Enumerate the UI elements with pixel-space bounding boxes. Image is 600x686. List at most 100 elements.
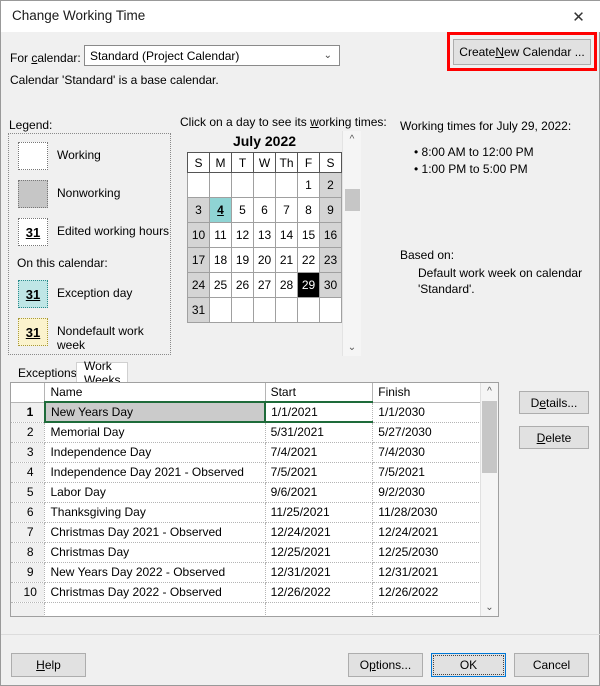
exception-finish-cell[interactable]: 7/5/2021	[372, 462, 481, 483]
table-row[interactable]: 8 Christmas Day 12/25/2021 12/25/2030	[11, 542, 481, 563]
calendar-day-cell[interactable]: 6	[253, 197, 276, 223]
table-row[interactable]: 5 Labor Day 9/6/2021 9/2/2030	[11, 482, 481, 503]
table-row[interactable]: 2 Memorial Day 5/31/2021 5/27/2030	[11, 422, 481, 443]
calendar-day-cell[interactable]: 15	[297, 222, 320, 248]
calendar-day-cell[interactable]: 31	[187, 297, 210, 323]
exceptions-table-scrollbar[interactable]: ^ ⌄	[480, 383, 498, 616]
exception-finish-cell[interactable]	[372, 602, 481, 616]
exception-name-cell[interactable]: Memorial Day	[44, 422, 266, 443]
calendar-day-cell[interactable]: 8	[297, 197, 320, 223]
exception-name-cell[interactable]: Christmas Day 2021 - Observed	[44, 522, 266, 543]
chevron-down-icon[interactable]: ⌄	[343, 339, 361, 356]
chevron-down-icon[interactable]: ⌄	[481, 599, 498, 616]
calendar-scrollbar-thumb[interactable]	[345, 189, 360, 211]
delete-button[interactable]: Delete	[519, 426, 589, 449]
exception-name-cell[interactable]: Christmas Day	[44, 542, 266, 563]
close-icon[interactable]: ✕	[556, 1, 600, 32]
exception-name-cell[interactable]: New Years Day	[43, 401, 266, 423]
row-index-cell[interactable]: 9	[11, 562, 46, 583]
table-row[interactable]: 4 Independence Day 2021 - Observed 7/5/202…	[11, 462, 481, 483]
calendar-day-cell[interactable]: 19	[231, 247, 254, 273]
calendar-day-cell[interactable]: 3	[187, 197, 210, 223]
calendar-day-cell[interactable]: 11	[209, 222, 232, 248]
details-button[interactable]: De tails...	[519, 391, 589, 414]
calendar-day-cell[interactable]: 27	[253, 272, 276, 298]
row-index-cell[interactable]: 6	[11, 502, 46, 523]
calendar-day-cell[interactable]: 1	[297, 172, 320, 198]
exception-start-cell[interactable]: 12/25/2021	[265, 542, 374, 563]
calendar-day-cell[interactable]: 30	[319, 272, 342, 298]
calendar-scrollbar[interactable]: ^ ⌄	[342, 131, 361, 356]
exceptions-scrollbar-thumb[interactable]	[482, 401, 497, 473]
exception-start-cell[interactable]	[265, 602, 374, 616]
calendar-select[interactable]: Standard (Project Calendar) ⌄	[84, 45, 340, 66]
calendar-day-cell[interactable]: 5	[231, 197, 254, 223]
exception-start-cell[interactable]: 12/24/2021	[265, 522, 374, 543]
row-index-cell[interactable]	[11, 602, 46, 616]
exception-finish-cell[interactable]: 9/2/2030	[372, 482, 481, 503]
exception-start-cell[interactable]: 9/6/2021	[265, 482, 374, 503]
exception-name-cell[interactable]: Christmas Day 2022 - Observed	[44, 582, 266, 603]
exception-finish-cell[interactable]: 5/27/2030	[372, 422, 481, 443]
calendar-day-cell[interactable]: 29	[297, 272, 320, 298]
exception-finish-cell[interactable]: 12/26/2022	[372, 582, 481, 603]
calendar-day-cell[interactable]: 28	[275, 272, 298, 298]
calendar-day-cell[interactable]: 17	[187, 247, 210, 273]
calendar-day-cell[interactable]: 18	[209, 247, 232, 273]
exception-name-cell[interactable]: Independence Day 2021 - Observed	[44, 462, 266, 483]
exception-finish-cell[interactable]: 1/1/2030	[372, 402, 481, 423]
table-row[interactable]: 1 New Years Day 1/1/2021 1/1/2030	[11, 401, 481, 423]
row-index-cell[interactable]: 10	[11, 582, 46, 603]
exception-start-cell[interactable]: 11/25/2021	[265, 502, 374, 523]
exception-start-cell[interactable]: 12/31/2021	[265, 562, 374, 583]
ok-button[interactable]: OK	[431, 653, 506, 677]
table-row[interactable]: 10 Christmas Day 2022 - Observed 12/26/202…	[11, 582, 481, 603]
calendar-day-cell[interactable]: 12	[231, 222, 254, 248]
row-index-cell[interactable]: 1	[11, 402, 46, 423]
calendar-day-cell[interactable]: 25	[209, 272, 232, 298]
exception-finish-cell[interactable]: 7/4/2030	[372, 442, 481, 463]
calendar-day-cell[interactable]: 20	[253, 247, 276, 273]
table-row[interactable]: 9 New Years Day 2022 - Observed 12/31/2021…	[11, 562, 481, 583]
exception-finish-cell[interactable]: 11/28/2030	[372, 502, 481, 523]
row-index-cell[interactable]: 3	[11, 442, 46, 463]
calendar-day-cell[interactable]: 10	[187, 222, 210, 248]
options-button[interactable]: Op tions...	[348, 653, 423, 677]
exception-start-cell[interactable]: 12/26/2022	[265, 582, 374, 603]
calendar-day-cell[interactable]: 16	[319, 222, 342, 248]
chevron-up-icon[interactable]: ^	[481, 383, 498, 400]
exception-name-cell[interactable]: Thanksgiving Day	[44, 502, 266, 523]
calendar-day-cell[interactable]: 22	[297, 247, 320, 273]
row-index-cell[interactable]: 5	[11, 482, 46, 503]
tab-exceptions[interactable]: Exceptions	[10, 362, 85, 382]
exception-start-cell[interactable]: 7/5/2021	[265, 462, 374, 483]
table-row[interactable]: 7 Christmas Day 2021 - Observed 12/24/2021…	[11, 522, 481, 543]
cancel-button[interactable]: Cancel	[514, 653, 589, 677]
calendar-day-cell[interactable]: 4	[209, 197, 232, 223]
exception-start-cell[interactable]: 7/4/2021	[265, 442, 374, 463]
exception-start-cell[interactable]: 1/1/2021	[264, 401, 374, 423]
exception-name-cell[interactable]	[44, 602, 266, 616]
calendar-day-cell[interactable]: 24	[187, 272, 210, 298]
tab-work-weeks[interactable]: Work Weeks	[76, 359, 129, 387]
table-row[interactable]	[11, 602, 481, 616]
exception-finish-cell[interactable]: 12/31/2021	[372, 562, 481, 583]
calendar-day-cell[interactable]: 26	[231, 272, 254, 298]
create-new-calendar-button[interactable]: Create New Calendar ...	[453, 39, 591, 65]
exception-start-cell[interactable]: 5/31/2021	[265, 422, 374, 443]
calendar-day-cell[interactable]: 9	[319, 197, 342, 223]
exception-name-cell[interactable]: Independence Day	[44, 442, 266, 463]
exception-name-cell[interactable]: Labor Day	[44, 482, 266, 503]
table-row[interactable]: 3 Independence Day 7/4/2021 7/4/2030	[11, 442, 481, 463]
help-button[interactable]: Help	[11, 653, 86, 677]
calendar-day-cell[interactable]: 21	[275, 247, 298, 273]
calendar-day-cell[interactable]: 7	[275, 197, 298, 223]
exception-finish-cell[interactable]: 12/24/2021	[372, 522, 481, 543]
row-index-cell[interactable]: 8	[11, 542, 46, 563]
calendar-day-cell[interactable]: 2	[319, 172, 342, 198]
row-index-cell[interactable]: 4	[11, 462, 46, 483]
exception-name-cell[interactable]: New Years Day 2022 - Observed	[44, 562, 266, 583]
calendar-day-cell[interactable]: 13	[253, 222, 276, 248]
chevron-up-icon[interactable]: ^	[343, 131, 361, 148]
row-index-cell[interactable]: 2	[11, 422, 46, 443]
